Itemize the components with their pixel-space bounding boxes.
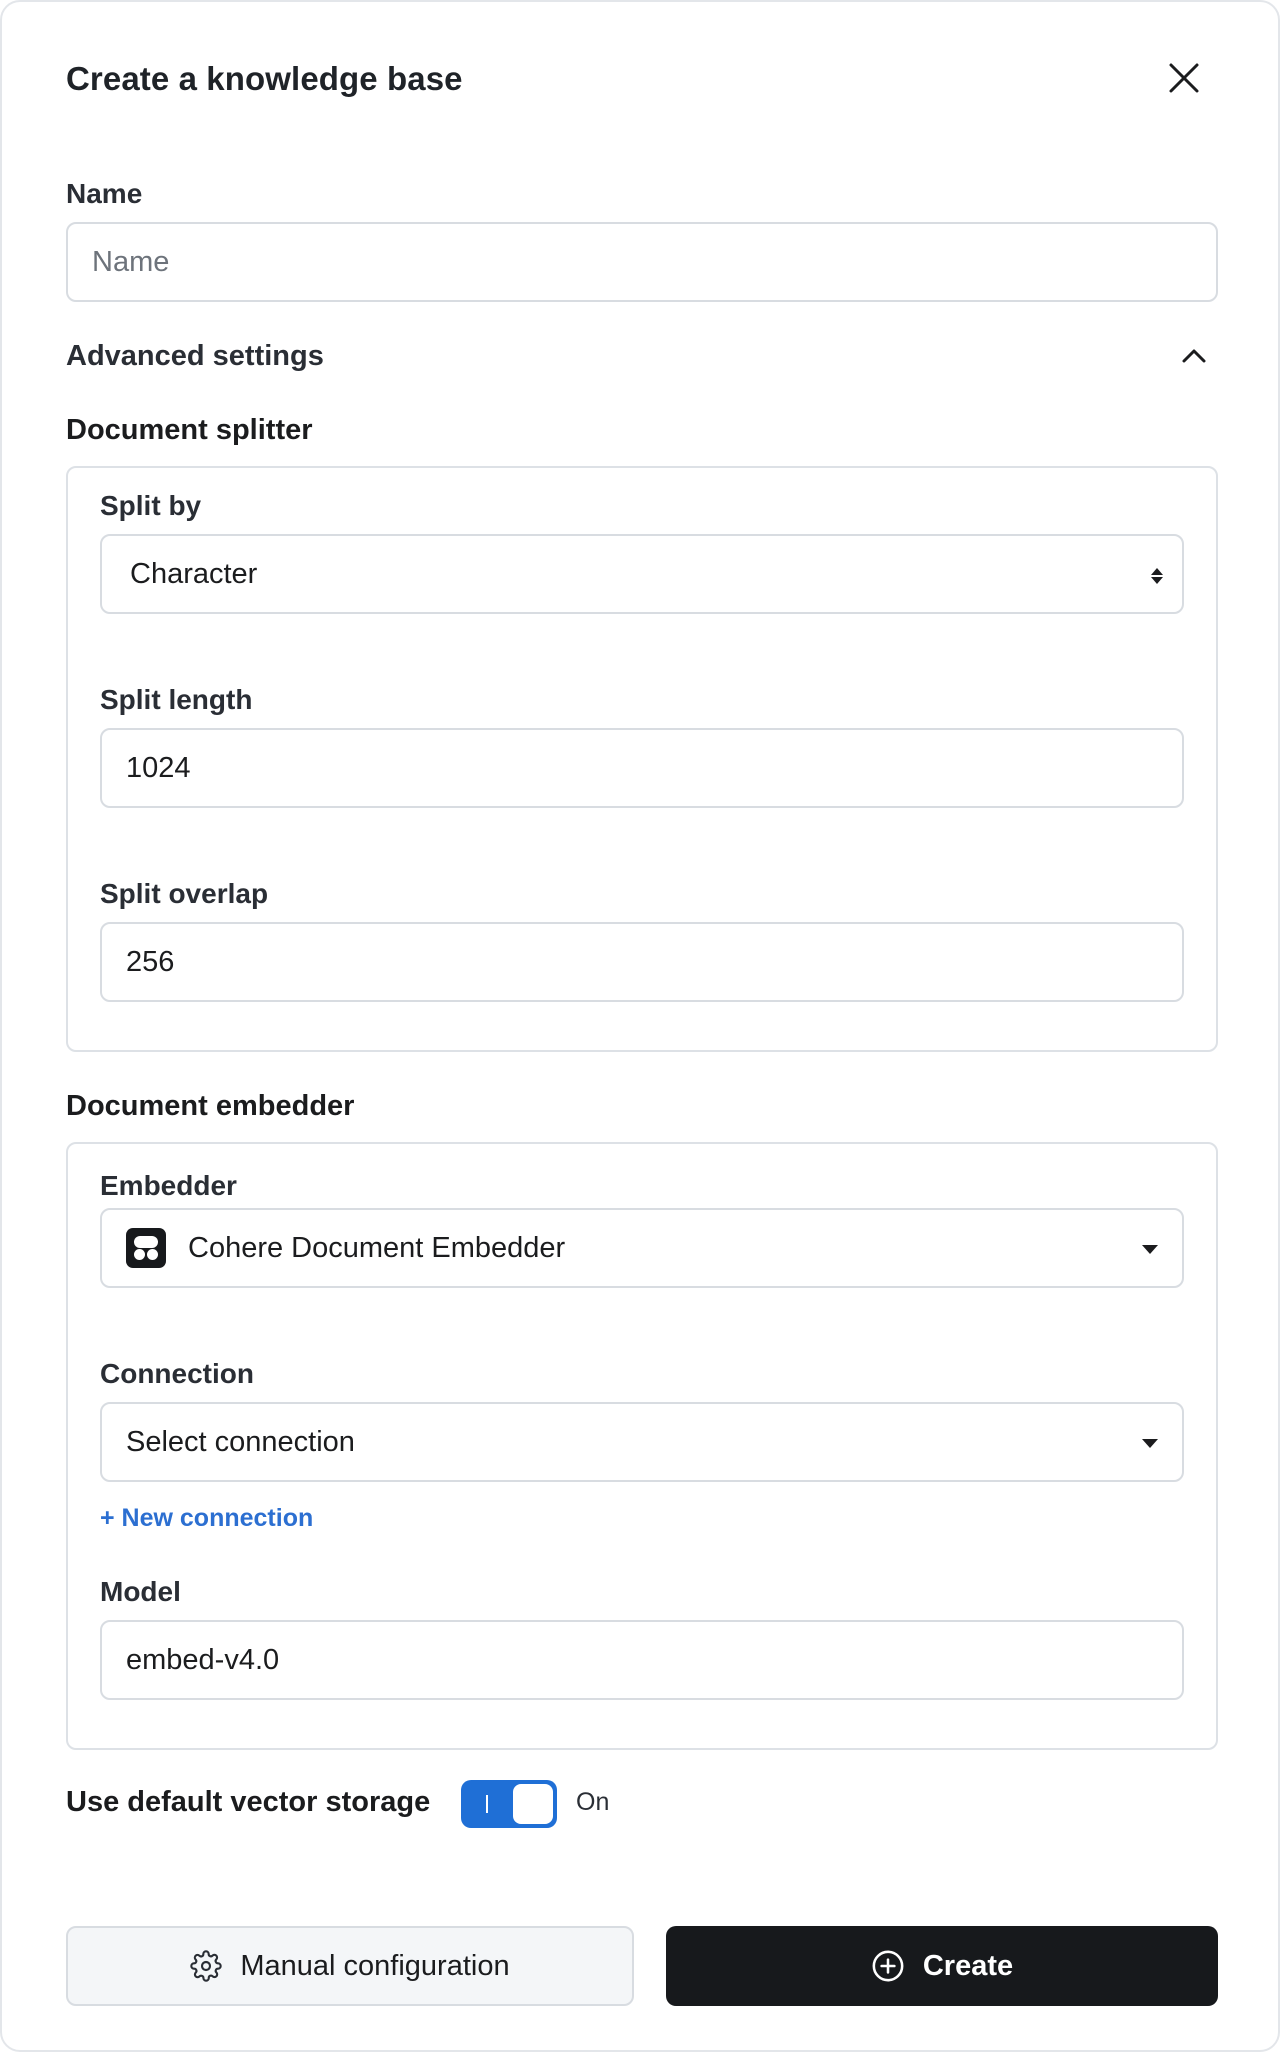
create-knowledge-base-modal: Create a knowledge base Name Advanced se… [0,0,1280,2052]
plus-circle-icon [871,1949,905,1983]
split-length-value: 1024 [126,751,191,784]
document-splitter-title: Document splitter [66,414,313,446]
vector-storage-row: Use default vector storage On [66,1780,666,1828]
chevron-up-icon [1182,349,1206,363]
manual-configuration-button[interactable]: Manual configuration [66,1926,634,2006]
select-arrows-icon [1151,568,1163,584]
close-icon [1169,63,1199,93]
split-overlap-value: 256 [126,945,175,978]
model-label: Model [100,1576,181,1607]
modal-header: Create a knowledge base [66,56,1214,104]
connection-label: Connection [100,1358,254,1389]
split-length-label: Split length [100,684,253,715]
split-by-value: Character [130,557,258,590]
model-field[interactable]: embed-v4.0 [100,1620,1184,1700]
connection-value: Select connection [126,1425,355,1458]
name-field-container [66,222,1218,302]
toggle-on-indicator [486,1795,488,1813]
advanced-settings-toggle[interactable]: Advanced settings [66,340,324,373]
name-label: Name [66,178,143,209]
dropdown-arrow-icon [1142,1439,1158,1448]
manual-configuration-label: Manual configuration [240,1949,510,1982]
dropdown-arrow-icon [1142,1245,1158,1254]
vector-storage-label: Use default vector storage [66,1786,431,1818]
toggle-knob [513,1784,553,1824]
advanced-settings-chevron-button[interactable] [1180,346,1208,366]
modal-title: Create a knowledge base [66,60,463,97]
embedder-label: Embedder [100,1170,237,1201]
new-connection-link[interactable]: + New connection [100,1504,313,1533]
document-embedder-title: Document embedder [66,1090,355,1122]
vector-storage-state: On [576,1788,610,1816]
name-input[interactable] [92,245,1192,279]
split-by-select[interactable]: Character [100,534,1184,614]
cohere-logo-icon [126,1228,166,1268]
embedder-select[interactable]: Cohere Document Embedder [100,1208,1184,1288]
split-overlap-field[interactable]: 256 [100,922,1184,1002]
gear-icon [190,1950,223,1982]
split-length-field[interactable]: 1024 [100,728,1184,808]
split-by-label: Split by [100,490,202,521]
close-button[interactable] [1162,56,1206,100]
model-value: embed-v4.0 [126,1643,280,1676]
split-overlap-label: Split overlap [100,878,269,909]
create-button[interactable]: Create [666,1926,1218,2006]
connection-select[interactable]: Select connection [100,1402,1184,1482]
vector-storage-toggle[interactable] [461,1780,557,1828]
embedder-value: Cohere Document Embedder [188,1231,566,1264]
create-label: Create [922,1949,1014,1982]
